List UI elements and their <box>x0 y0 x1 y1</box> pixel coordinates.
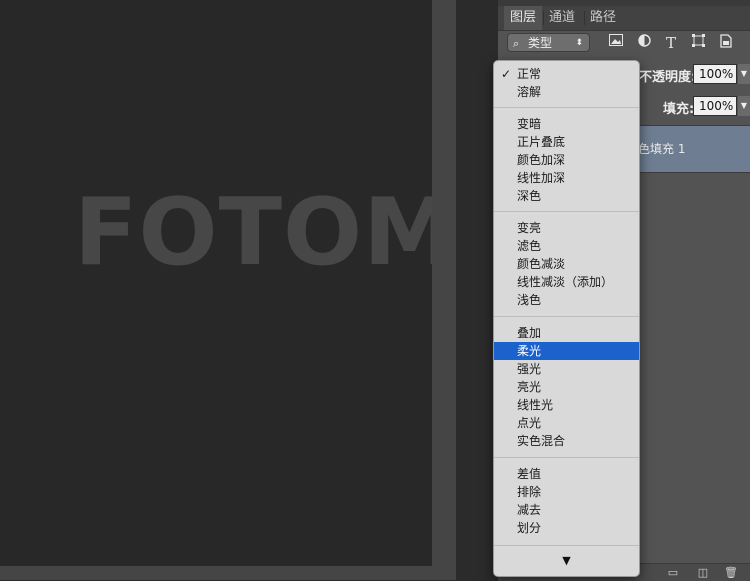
canvas-watermark-text: FOTOMEN <box>74 178 432 286</box>
panel-tabs: 图层 通道 路径 <box>498 6 750 31</box>
opacity-input[interactable]: 100% <box>693 64 737 84</box>
opacity-dropdown-arrow-icon[interactable]: ▼ <box>738 64 750 84</box>
fill-dropdown-arrow-icon[interactable]: ▼ <box>738 96 750 116</box>
menu-item-hard-mix[interactable]: 实色混合 <box>494 432 639 450</box>
menu-separator <box>494 211 639 212</box>
menu-item-lighten[interactable]: 变亮 <box>494 219 639 237</box>
tab-channels[interactable]: 通道 <box>543 6 581 30</box>
layer-name: 色填充 1 <box>638 142 686 156</box>
menu-item-divide[interactable]: 划分 <box>494 519 639 537</box>
panel-dock-gutter <box>456 0 498 580</box>
menu-item-hard-light[interactable]: 强光 <box>494 360 639 378</box>
menu-separator <box>494 545 639 546</box>
opacity-label: 不透明度: <box>639 70 697 85</box>
image-filter-icon[interactable] <box>606 34 626 52</box>
smart-object-filter-icon[interactable] <box>716 34 736 52</box>
trash-icon[interactable]: 🗑 <box>724 566 738 579</box>
type-filter-icon[interactable]: T <box>661 34 681 52</box>
blend-mode-menu: ✓ 正常 溶解 变暗 正片叠底 颜色加深 线性加深 深色 变亮 滤色 颜色减淡 … <box>493 60 640 577</box>
menu-item-vivid-light[interactable]: 亮光 <box>494 378 639 396</box>
fill-input[interactable]: 100% <box>693 96 737 116</box>
menu-item-lighter-color[interactable]: 浅色 <box>494 291 639 309</box>
layer-filter-select[interactable]: ⌕ 类型 ⬍ <box>507 33 590 52</box>
menu-separator <box>494 316 639 317</box>
menu-item-color-dodge[interactable]: 颜色减淡 <box>494 255 639 273</box>
shape-filter-icon[interactable] <box>688 34 708 52</box>
menu-item-linear-burn[interactable]: 线性加深 <box>494 169 639 187</box>
menu-item-normal[interactable]: ✓ 正常 <box>494 65 639 83</box>
menu-item-linear-dodge[interactable]: 线性减淡（添加） <box>494 273 639 291</box>
fill-label: 填充: <box>663 102 695 117</box>
tab-paths[interactable]: 路径 <box>584 6 622 30</box>
new-layer-icon[interactable]: ◫ <box>696 566 710 579</box>
document-canvas[interactable]: FOTOMEN <box>0 0 432 580</box>
new-group-icon[interactable]: ▭ <box>666 566 680 579</box>
menu-item-exclusion[interactable]: 排除 <box>494 483 639 501</box>
canvas-scrollbar-vertical[interactable] <box>432 0 456 580</box>
menu-item-color-burn[interactable]: 颜色加深 <box>494 151 639 169</box>
layer-filter-label: 类型 <box>528 36 553 50</box>
menu-scroll-down-icon[interactable]: ▼ <box>494 552 639 570</box>
menu-item-subtract[interactable]: 减去 <box>494 501 639 519</box>
menu-item-dissolve[interactable]: 溶解 <box>494 83 639 101</box>
menu-item-multiply[interactable]: 正片叠底 <box>494 133 639 151</box>
menu-item-pin-light[interactable]: 点光 <box>494 414 639 432</box>
menu-item-linear-light[interactable]: 线性光 <box>494 396 639 414</box>
menu-item-darker-color[interactable]: 深色 <box>494 187 639 205</box>
menu-item-darken[interactable]: 变暗 <box>494 115 639 133</box>
menu-item-screen[interactable]: 滤色 <box>494 237 639 255</box>
adjustment-filter-icon[interactable] <box>634 34 654 52</box>
search-icon: ⌕ <box>513 37 520 50</box>
tab-layers[interactable]: 图层 <box>504 6 543 30</box>
layer-filter-row: ⌕ 类型 ⬍ T <box>498 31 750 59</box>
select-updown-icon: ⬍ <box>575 38 583 48</box>
menu-item-soft-light[interactable]: 柔光 <box>494 342 639 360</box>
canvas-scrollbar-horizontal[interactable] <box>0 566 432 580</box>
menu-item-overlay[interactable]: 叠加 <box>494 324 639 342</box>
checkmark-icon: ✓ <box>501 67 512 81</box>
menu-separator <box>494 107 639 108</box>
menu-separator <box>494 457 639 458</box>
menu-item-difference[interactable]: 差值 <box>494 465 639 483</box>
